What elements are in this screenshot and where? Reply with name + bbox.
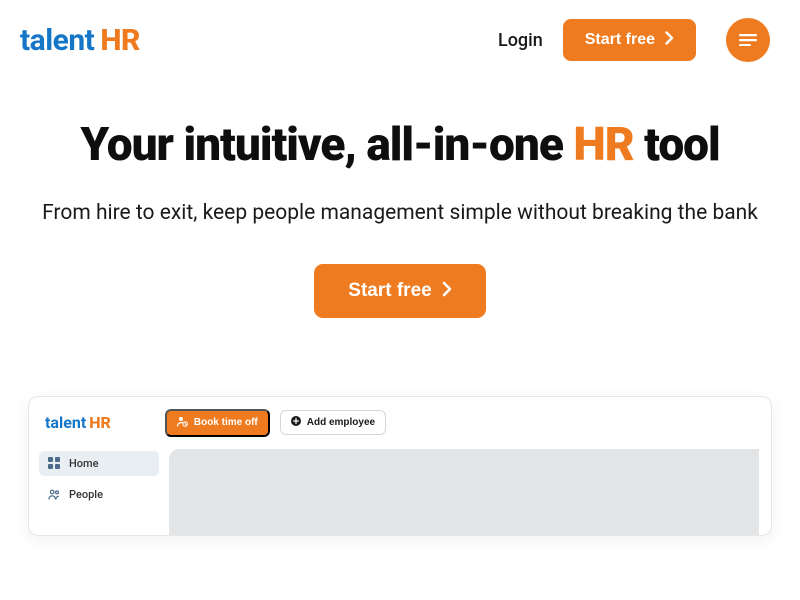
logo-word-talent: talent bbox=[20, 23, 94, 58]
logo-word-hr: HR bbox=[100, 23, 140, 58]
preview-logo: talent HR bbox=[45, 413, 111, 432]
hero-section: Your intuitive, all-in-one HR tool From … bbox=[0, 80, 800, 348]
chevron-right-icon bbox=[442, 281, 452, 301]
login-link[interactable]: Login bbox=[498, 30, 543, 51]
add-employee-label: Add employee bbox=[307, 417, 375, 428]
start-free-hero-label: Start free bbox=[348, 280, 431, 302]
app-preview-topbar: talent HR Book time off Add employee bbox=[29, 397, 771, 447]
sidebar-item-label: Home bbox=[69, 457, 99, 470]
start-free-button-hero[interactable]: Start free bbox=[314, 264, 485, 318]
app-preview-main-panel bbox=[169, 449, 759, 536]
logo[interactable]: talent HR bbox=[20, 23, 140, 58]
grid-icon bbox=[47, 457, 61, 469]
header-actions: Login Start free bbox=[498, 18, 770, 62]
sidebar-item-label: People bbox=[69, 488, 103, 501]
book-time-off-button[interactable]: Book time off bbox=[165, 409, 270, 437]
hero-subtitle: From hire to exit, keep people managemen… bbox=[40, 198, 760, 228]
menu-button[interactable] bbox=[726, 18, 770, 62]
hero-title: Your intuitive, all-in-one HR tool bbox=[40, 120, 760, 172]
start-free-label: Start free bbox=[585, 31, 655, 49]
app-preview-wrap: talent HR Book time off Add employee bbox=[0, 348, 800, 536]
hero-cta-wrap: Start free bbox=[40, 264, 760, 318]
site-header: talent HR Login Start free bbox=[0, 0, 800, 80]
add-employee-button[interactable]: Add employee bbox=[280, 410, 386, 435]
people-icon bbox=[47, 489, 61, 500]
start-free-button-header[interactable]: Start free bbox=[563, 19, 696, 61]
preview-logo-hr: HR bbox=[89, 413, 111, 432]
plus-circle-icon bbox=[291, 416, 301, 429]
hero-title-pre: Your intuitive, all-in-one bbox=[80, 118, 573, 172]
app-preview-body: Home People bbox=[29, 447, 771, 536]
sidebar-item-people[interactable]: People bbox=[39, 482, 159, 507]
hero-title-post: tool bbox=[634, 118, 720, 172]
chevron-right-icon bbox=[665, 31, 674, 49]
app-preview: talent HR Book time off Add employee bbox=[28, 396, 772, 536]
app-preview-sidebar: Home People bbox=[29, 447, 169, 536]
user-clock-icon bbox=[177, 416, 188, 430]
preview-logo-talent: talent bbox=[45, 413, 86, 432]
sidebar-item-home[interactable]: Home bbox=[39, 451, 159, 476]
hero-title-accent: HR bbox=[573, 118, 633, 172]
book-time-off-label: Book time off bbox=[194, 417, 258, 428]
menu-icon bbox=[739, 34, 757, 46]
